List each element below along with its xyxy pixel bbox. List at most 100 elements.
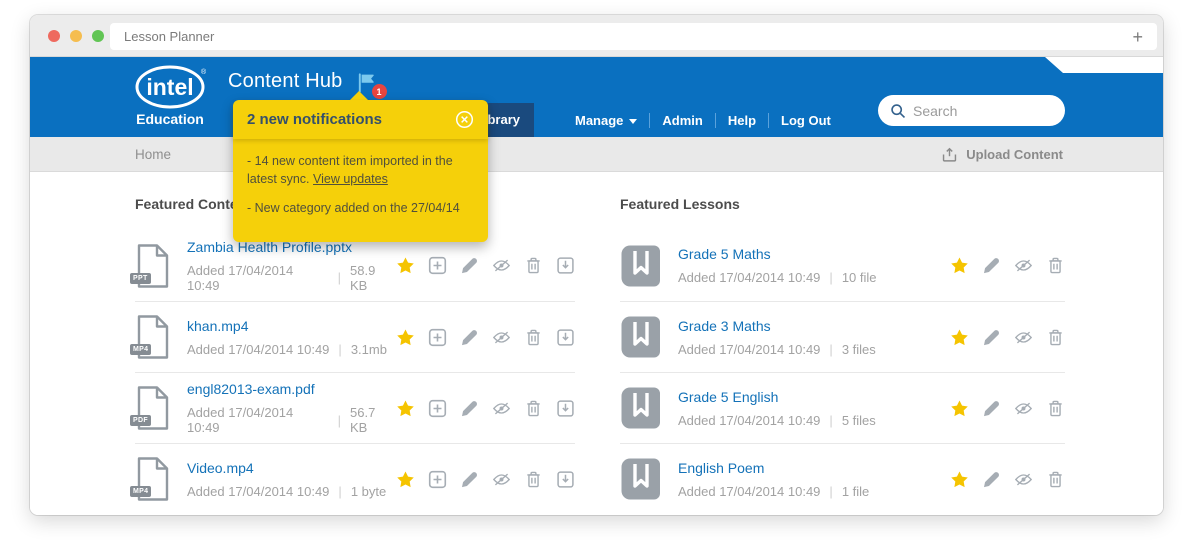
lesson-meta: Added 17/04/2014 10:49 | 10 file bbox=[678, 270, 877, 285]
lesson-name-link[interactable]: English Poem bbox=[678, 460, 869, 476]
lesson-row: Grade 5 English Added 17/04/2014 10:49 |… bbox=[620, 372, 1065, 443]
edit-icon[interactable] bbox=[460, 328, 479, 347]
lesson-book-icon bbox=[620, 457, 662, 501]
delete-icon[interactable] bbox=[524, 470, 543, 489]
file-type-badge: MP4 bbox=[130, 344, 152, 355]
tab-title: Lesson Planner bbox=[124, 29, 215, 44]
nav-item[interactable]: Manage bbox=[563, 113, 649, 128]
intel-education-logo: intel ® Education bbox=[130, 64, 210, 127]
download-icon[interactable] bbox=[556, 399, 575, 418]
hide-icon[interactable] bbox=[492, 328, 511, 347]
star-icon[interactable] bbox=[396, 399, 415, 418]
lesson-row: Grade 5 Maths Added 17/04/2014 10:49 | 1… bbox=[620, 230, 1065, 301]
download-icon[interactable] bbox=[556, 470, 575, 489]
edit-icon[interactable] bbox=[982, 256, 1001, 275]
lesson-meta: Added 17/04/2014 10:49 | 1 file bbox=[678, 484, 869, 499]
row-actions bbox=[950, 256, 1065, 275]
svg-text:®: ® bbox=[201, 68, 206, 76]
delete-icon[interactable] bbox=[524, 328, 543, 347]
edit-icon[interactable] bbox=[460, 399, 479, 418]
row-actions bbox=[950, 328, 1065, 347]
add-icon[interactable] bbox=[428, 328, 447, 347]
add-icon[interactable] bbox=[428, 399, 447, 418]
download-icon[interactable] bbox=[556, 328, 575, 347]
close-icon[interactable] bbox=[455, 110, 474, 129]
lesson-name-link[interactable]: Grade 5 English bbox=[678, 389, 876, 405]
lesson-name-link[interactable]: Grade 3 Maths bbox=[678, 318, 876, 334]
meta-divider: | bbox=[337, 412, 341, 428]
row-actions bbox=[950, 399, 1065, 418]
star-icon[interactable] bbox=[396, 256, 415, 275]
maximize-window-button[interactable] bbox=[92, 30, 104, 42]
add-icon[interactable] bbox=[428, 470, 447, 489]
file-size: 56.7 KB bbox=[350, 405, 376, 435]
star-icon[interactable] bbox=[396, 470, 415, 489]
delete-icon[interactable] bbox=[1046, 399, 1065, 418]
star-icon[interactable] bbox=[950, 328, 969, 347]
star-icon[interactable] bbox=[950, 256, 969, 275]
traffic-lights bbox=[48, 30, 104, 42]
search-box[interactable] bbox=[878, 95, 1065, 126]
upload-content-button[interactable]: Upload Content bbox=[941, 137, 1063, 172]
edit-icon[interactable] bbox=[982, 328, 1001, 347]
nav-item[interactable]: Log Out bbox=[768, 112, 843, 128]
delete-icon[interactable] bbox=[524, 256, 543, 275]
hide-icon[interactable] bbox=[492, 470, 511, 489]
hide-icon[interactable] bbox=[1014, 328, 1033, 347]
main-nav: Manage Admin Help Log Out bbox=[563, 103, 843, 137]
nav-item[interactable]: Help bbox=[714, 112, 768, 128]
featured-lessons-list: Grade 5 Maths Added 17/04/2014 10:49 | 1… bbox=[620, 230, 1065, 514]
edit-icon[interactable] bbox=[460, 470, 479, 489]
meta-divider: | bbox=[337, 270, 341, 285]
notification-link[interactable]: View updates bbox=[313, 172, 388, 186]
page-title: Content Hub bbox=[228, 70, 343, 92]
added-date: Added 17/04/2014 10:49 bbox=[678, 483, 821, 499]
breadcrumb-home[interactable]: Home bbox=[135, 137, 171, 172]
hide-icon[interactable] bbox=[1014, 399, 1033, 418]
file-name-link[interactable]: engl82013-exam.pdf bbox=[187, 381, 396, 397]
hide-icon[interactable] bbox=[492, 399, 511, 418]
file-name-link[interactable]: Video.mp4 bbox=[187, 460, 386, 476]
new-tab-button[interactable]: + bbox=[1132, 28, 1143, 46]
star-icon[interactable] bbox=[950, 470, 969, 489]
edit-icon[interactable] bbox=[982, 399, 1001, 418]
lesson-name-link[interactable]: Grade 5 Maths bbox=[678, 246, 877, 262]
star-icon[interactable] bbox=[396, 328, 415, 347]
download-icon[interactable] bbox=[556, 256, 575, 275]
browser-tab[interactable]: Lesson Planner + bbox=[110, 23, 1157, 50]
file-document-icon: MP4 bbox=[130, 314, 171, 360]
nav-item[interactable]: Admin bbox=[649, 112, 714, 128]
delete-icon[interactable] bbox=[1046, 470, 1065, 489]
row-actions bbox=[396, 328, 575, 347]
delete-icon[interactable] bbox=[524, 399, 543, 418]
content-row: MP4 Video.mp4 Added 17/04/2014 10:49 | 1… bbox=[130, 443, 575, 514]
file-type-badge: MP4 bbox=[130, 486, 152, 497]
added-date: Added 17/04/2014 10:49 bbox=[678, 270, 821, 285]
content-row: PDF engl82013-exam.pdf Added 17/04/2014 … bbox=[130, 372, 575, 443]
hide-icon[interactable] bbox=[492, 256, 511, 275]
add-icon[interactable] bbox=[428, 256, 447, 275]
file-name-link[interactable]: khan.mp4 bbox=[187, 318, 387, 334]
edit-icon[interactable] bbox=[460, 256, 479, 275]
file-document-icon: PPT bbox=[130, 243, 171, 289]
row-actions bbox=[396, 256, 575, 275]
notification-item: - New category added on the 27/04/14 bbox=[247, 201, 460, 216]
added-date: Added 17/04/2014 10:49 bbox=[678, 412, 821, 428]
minimize-window-button[interactable] bbox=[70, 30, 82, 42]
added-date: Added 17/04/2014 10:49 bbox=[187, 405, 294, 435]
main-content: Featured Content PPT Zambia Health Profi… bbox=[30, 172, 1163, 515]
delete-icon[interactable] bbox=[1046, 256, 1065, 275]
page: Lesson Planner + intel ® Education Conte… bbox=[0, 0, 1200, 548]
chevron-down-icon bbox=[629, 118, 638, 124]
added-date: Added 17/04/2014 10:49 bbox=[187, 262, 294, 293]
lesson-meta: Added 17/04/2014 10:49 | 5 files bbox=[678, 413, 876, 428]
search-input[interactable] bbox=[913, 102, 1033, 119]
popup-title: 2 new notifications bbox=[247, 111, 383, 128]
close-window-button[interactable] bbox=[48, 30, 60, 42]
file-size: 3.1mb bbox=[350, 341, 387, 357]
hide-icon[interactable] bbox=[1014, 470, 1033, 489]
delete-icon[interactable] bbox=[1046, 328, 1065, 347]
star-icon[interactable] bbox=[950, 399, 969, 418]
hide-icon[interactable] bbox=[1014, 256, 1033, 275]
edit-icon[interactable] bbox=[982, 470, 1001, 489]
